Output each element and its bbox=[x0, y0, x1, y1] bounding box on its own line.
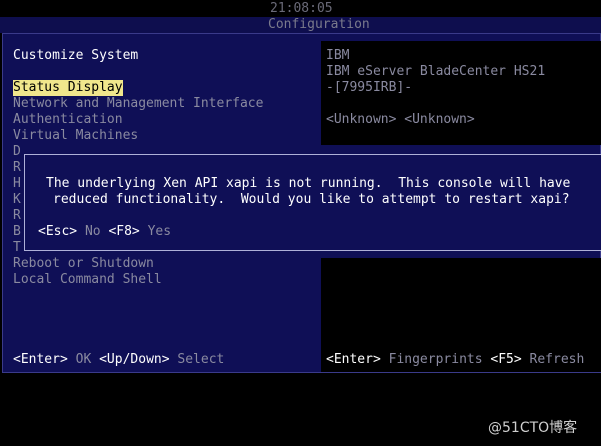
title-bar: Configuration bbox=[0, 17, 601, 33]
ok-label: OK bbox=[75, 352, 92, 367]
menu-item-authentication[interactable]: Authentication bbox=[13, 112, 123, 128]
menu-heading: Customize System bbox=[13, 48, 139, 63]
no-option[interactable]: No bbox=[85, 224, 101, 239]
menu-item-r2[interactable]: R bbox=[13, 208, 21, 224]
menu-item-r1[interactable]: R bbox=[13, 160, 21, 176]
menu-item-b[interactable]: B bbox=[13, 224, 21, 240]
info-serial: -[7995IRB]- bbox=[326, 80, 413, 95]
dialog-message-line2: reduced functionality. Would you like to… bbox=[53, 192, 570, 207]
f8-key[interactable]: <F8> bbox=[108, 224, 139, 239]
f5-key: <F5> bbox=[490, 352, 522, 367]
menu-item-t[interactable]: T bbox=[13, 240, 21, 256]
window-title: Configuration bbox=[268, 17, 370, 32]
menu-item-reboot-shutdown[interactable]: Reboot or Shutdown bbox=[13, 256, 154, 272]
menu-item-local-shell[interactable]: Local Command Shell bbox=[13, 272, 162, 288]
info-model: IBM eServer BladeCenter HS21 bbox=[326, 64, 546, 79]
menu-item-network[interactable]: Network and Management Interface bbox=[13, 96, 263, 112]
fingerprints-label: Fingerprints bbox=[388, 352, 483, 367]
refresh-label: Refresh bbox=[529, 352, 585, 367]
info-vendor: IBM bbox=[326, 48, 350, 63]
enter-key: <Enter> bbox=[326, 352, 381, 367]
enter-key: <Enter> bbox=[13, 352, 68, 367]
info-unknown: <Unknown> <Unknown> bbox=[326, 112, 475, 127]
footer-left-keys: <Enter> OK <Up/Down> Select bbox=[13, 352, 224, 368]
select-label: Select bbox=[177, 352, 225, 367]
dialog-actions: <Esc> No <F8> Yes bbox=[38, 224, 171, 240]
menu-item-k[interactable]: K bbox=[13, 192, 21, 208]
yes-option[interactable]: Yes bbox=[148, 224, 171, 239]
esc-key[interactable]: <Esc> bbox=[38, 224, 77, 239]
footer-right-keys: <Enter> Fingerprints <F5> Refresh bbox=[326, 352, 584, 368]
menu-item-virtual-machines[interactable]: Virtual Machines bbox=[13, 128, 138, 144]
dialog-message-line1: The underlying Xen API xapi is not runni… bbox=[46, 176, 571, 191]
updown-key: <Up/Down> bbox=[99, 352, 170, 367]
menu-item-status-display[interactable]: Status Display bbox=[13, 80, 123, 96]
watermark: @51CTO博客 bbox=[488, 420, 578, 436]
clock: 21:08:05 bbox=[270, 1, 333, 16]
menu-item-h[interactable]: H bbox=[13, 176, 21, 192]
menu-item-d[interactable]: D bbox=[13, 144, 21, 160]
